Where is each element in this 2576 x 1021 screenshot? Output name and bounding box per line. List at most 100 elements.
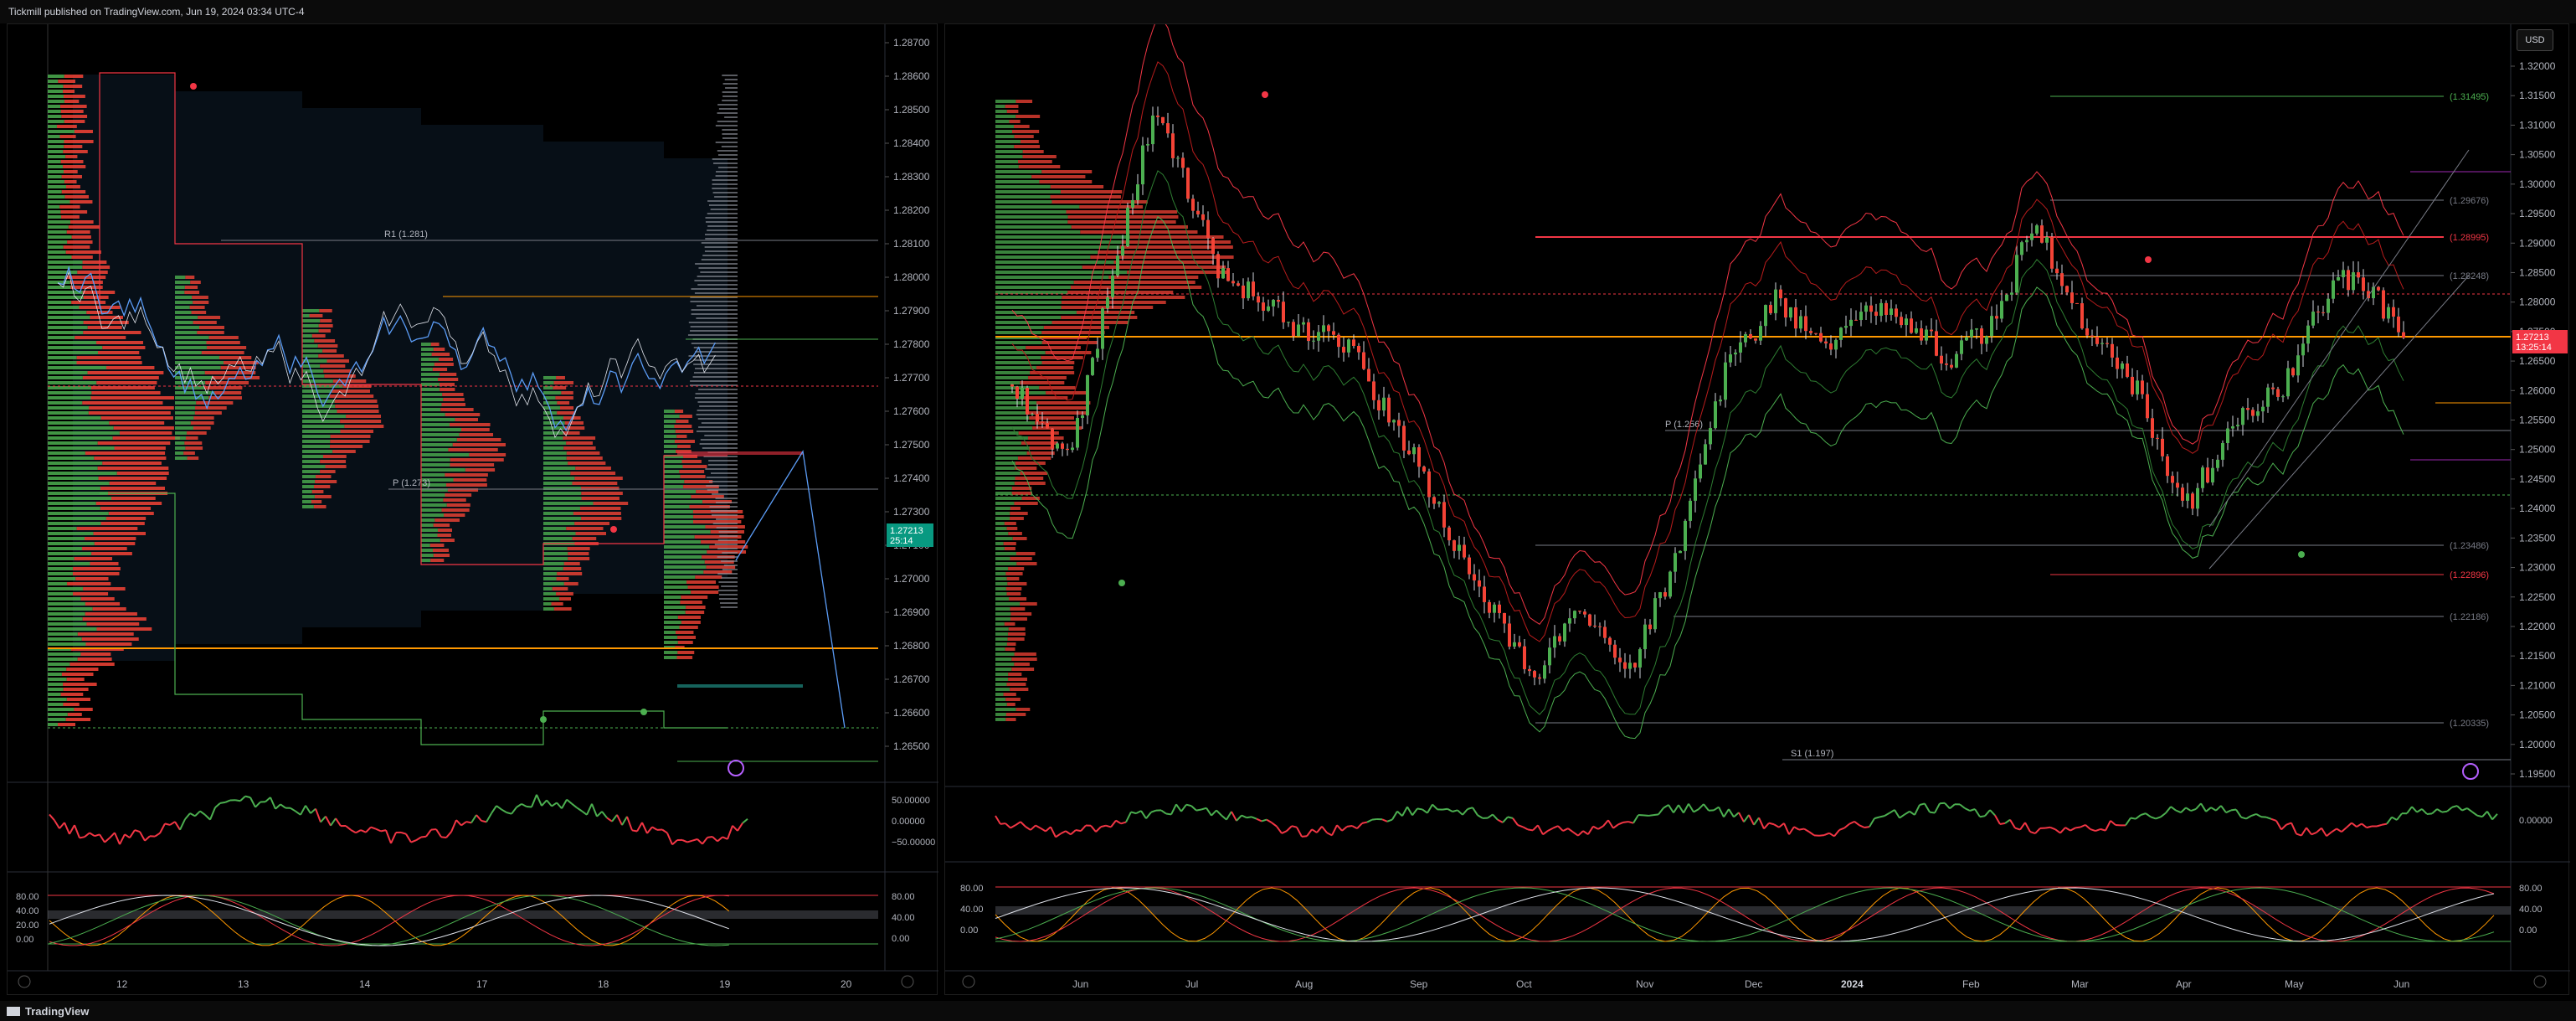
volume-profile-bar — [82, 617, 147, 621]
volume-profile-bar — [119, 431, 172, 435]
candle-body — [1397, 420, 1401, 426]
volume-profile-bar — [63, 683, 97, 686]
candle-body — [2241, 408, 2244, 425]
oscillator-segment — [2421, 808, 2428, 815]
volume-profile-bar — [1041, 361, 1075, 364]
candle-body — [1357, 345, 1360, 353]
time-tick-label: Aug — [1295, 978, 1313, 990]
volume-profile-bar — [1067, 215, 1179, 219]
oscillator-segment — [556, 802, 563, 809]
candle-body — [1508, 623, 1511, 647]
oscillator-segment — [591, 803, 598, 817]
volume-profile-bar — [995, 291, 1068, 294]
volume-profile-bar — [995, 235, 1130, 239]
volume-profile-bar — [90, 386, 155, 389]
volume-profile-bar — [1016, 562, 1037, 565]
visible-range-profile-bar — [701, 242, 738, 244]
candle-body — [1960, 340, 1963, 354]
session-profile-bar — [421, 408, 441, 411]
candle-body — [2136, 380, 2139, 394]
oscillator-segment — [1607, 819, 1614, 829]
marker-dot — [1118, 580, 1125, 586]
volume-profile-bar — [995, 542, 1004, 545]
oscillator-segment — [1612, 823, 1619, 829]
volume-profile-bar — [85, 612, 137, 616]
volume-profile-bar — [995, 632, 1008, 636]
time-tick-label: Sep — [1410, 978, 1428, 990]
volume-profile-bar — [48, 597, 81, 601]
volume-profile-bar — [995, 718, 1006, 721]
session-profile-bar — [564, 421, 584, 425]
oscillator-segment — [1879, 815, 1885, 818]
oscillator-segment — [1401, 806, 1408, 817]
trend-channel-line — [2208, 275, 2470, 570]
left-chart-canvas[interactable]: R1 (1.281)P (1.273)1.287001.286001.28500… — [8, 24, 938, 996]
visible-range-profile-bar — [717, 112, 738, 114]
oscillator-segment — [1793, 826, 1800, 831]
oscillator-segment — [124, 833, 131, 839]
volume-profile-bar — [64, 180, 77, 183]
oscillator-segment — [2095, 828, 2101, 832]
right-chart-canvas[interactable]: (1.31495)(1.29676)(1.28995)(1.28248)(1.2… — [945, 24, 2570, 996]
candle-body — [1076, 418, 1079, 448]
candle-body — [1422, 467, 1426, 472]
oscillator-segment — [2049, 826, 2056, 831]
volume-profile-bar — [80, 652, 111, 656]
oscillator-segment — [1015, 821, 1021, 826]
oscillator-segment — [84, 832, 90, 838]
session-profile-bar — [438, 378, 459, 381]
session-profile-bar — [187, 456, 199, 460]
volume-profile-bar — [77, 271, 108, 274]
oscillator-segment — [2451, 805, 2458, 808]
oscillator-segment — [2366, 825, 2373, 829]
session-profile-bar — [543, 512, 573, 515]
session-profile-bar — [664, 445, 678, 448]
oscillator-segment — [310, 807, 316, 814]
oscillator-segment — [571, 802, 578, 809]
oscillator-segment — [2054, 828, 2061, 834]
session-profile-bar — [302, 314, 310, 317]
left-chart-panel[interactable]: R1 (1.281) P (1.273) 1.28700 1.28600 1.28500… — [7, 23, 938, 995]
session-profile-bar — [314, 339, 336, 343]
oscillator-segment — [606, 817, 613, 822]
session-profile-bar — [680, 475, 706, 478]
currency-button[interactable]: USD — [2517, 29, 2553, 51]
session-profile-bar — [302, 480, 316, 483]
volume-profile-bar — [1066, 210, 1178, 214]
session-profile-bar — [566, 451, 600, 455]
pivot-label-p: P (1.273) — [393, 478, 430, 488]
session-profile-bar — [674, 440, 695, 443]
volume-profile-bar — [48, 155, 66, 158]
volume-profile-bar — [995, 693, 1004, 696]
session-profile-bar — [664, 525, 706, 529]
time-tick-label: 14 — [359, 978, 371, 990]
volume-profile-bar — [48, 698, 67, 701]
osc-tick-label: −50.00000 — [892, 838, 935, 848]
oscillator-segment — [2085, 824, 2091, 830]
volume-profile-bar — [48, 301, 72, 304]
oscillator-segment — [2130, 817, 2136, 820]
visible-range-profile-bar — [700, 271, 738, 273]
oscillator-segment — [2200, 802, 2207, 812]
session-profile-bar — [543, 562, 564, 565]
price-tick-label: 1.27800 — [893, 338, 930, 350]
right-chart-panel[interactable]: (1.31495) (1.29676) (1.28995) (1.28248) (1.2… — [944, 23, 2570, 996]
oscillator-segment — [129, 829, 136, 838]
session-profile-bar — [184, 441, 203, 445]
oscillator-segment — [531, 794, 537, 807]
session-profile-bar — [421, 383, 440, 386]
oscillator-segment — [1673, 804, 1679, 813]
tradingview-logo[interactable]: TradingView — [7, 1005, 89, 1018]
session-profile-bar — [302, 470, 321, 473]
volume-profile-bar — [995, 100, 1016, 103]
session-profile-bar — [175, 326, 200, 329]
oscillator-segment — [1346, 825, 1353, 828]
session-profile-bar — [421, 549, 433, 552]
oscillator-segment — [1256, 817, 1262, 822]
candle-body — [2196, 487, 2199, 509]
oscillator-segment — [646, 826, 653, 834]
volume-profile-bar — [48, 170, 64, 173]
oscillator-segment — [1321, 826, 1328, 833]
volume-profile-bar — [48, 245, 64, 249]
volume-profile-bar — [48, 652, 81, 656]
